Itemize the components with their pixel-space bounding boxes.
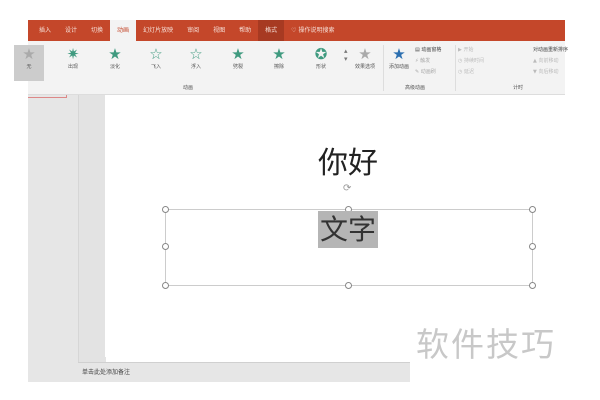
anim-wipe[interactable]: ★ 擦除 [264, 45, 294, 70]
resize-handle[interactable] [529, 243, 536, 250]
resize-handle[interactable] [162, 282, 169, 289]
star-icon: ★ [108, 45, 122, 63]
anim-float-in[interactable]: ☆ 浮入 [181, 45, 211, 70]
tab-format[interactable]: 格式 [258, 20, 285, 41]
delay-field[interactable]: ◷ 延迟 [458, 68, 474, 75]
add-animation-button[interactable]: ★ 添加动画 [384, 45, 414, 70]
star-icon: ✷ [66, 45, 80, 63]
group-label-advanced: 高级动画 [405, 85, 426, 91]
slide-title[interactable]: 你好 [318, 138, 378, 182]
tab-insert[interactable]: 插入 [32, 20, 58, 41]
rotate-handle-icon[interactable]: ⟳ [343, 183, 351, 194]
tab-slideshow[interactable]: 幻灯片放映 [136, 20, 180, 41]
trigger-button[interactable]: ⚡ 触发 [415, 57, 430, 64]
tab-review[interactable]: 审阅 [180, 20, 206, 41]
resize-handle[interactable] [162, 243, 169, 250]
group-label-animation: 动画 [183, 85, 194, 91]
animation-painter-button[interactable]: ✎ 动画刷 [415, 68, 436, 75]
star-icon: ★ [358, 45, 372, 63]
tab-transitions[interactable]: 切换 [84, 20, 110, 41]
resize-handle[interactable] [529, 282, 536, 289]
watermark: 软件技巧 [416, 325, 556, 364]
anim-shape[interactable]: ✪ 形状 [306, 45, 336, 70]
resize-handle[interactable] [162, 206, 169, 213]
move-later-button[interactable]: ▼ 向后移动 [533, 68, 558, 75]
editor-gutter [78, 95, 106, 362]
ribbon: ★ 无 ✷ 出现 ★ 淡化 ☆ 飞入 ☆ 浮入 ★ 劈裂 ★ 擦除 ✪ 形状 ▴ ▾ ★ 效果选项 … [14, 41, 569, 95]
star-icon: ★ [22, 45, 36, 63]
anim-fly-in[interactable]: ☆ 飞入 [141, 45, 171, 70]
gallery-scroll[interactable]: ▴ ▾ [344, 47, 348, 63]
anim-none[interactable]: ★ 无 [14, 45, 44, 81]
reorder-label: 对动画重新排序 [533, 47, 569, 53]
star-icon: ☆ [189, 45, 203, 63]
notes-pane[interactable]: 单击此处添加备注 [78, 362, 410, 382]
effect-options-button[interactable]: ★ 效果选项 [350, 45, 380, 70]
move-earlier-button[interactable]: ▲ 向前移动 [533, 57, 558, 64]
resize-handle[interactable] [529, 206, 536, 213]
star-icon: ✪ [314, 45, 328, 63]
tab-help[interactable]: 帮助 [232, 20, 258, 41]
star-icon: ★ [392, 45, 406, 63]
animation-pane-button[interactable]: ▤ 动画窗格 [415, 46, 441, 53]
group-label-timing: 计时 [513, 85, 524, 91]
anim-fade[interactable]: ★ 淡化 [100, 45, 130, 70]
start-field[interactable]: ▶ 开始 [458, 46, 473, 53]
ribbon-tab-bar: 插入 设计 切换 动画 幻灯片放映 审阅 视图 帮助 格式 ♡ 操作说明搜索 [28, 20, 565, 41]
star-icon: ★ [272, 45, 286, 63]
tab-view[interactable]: 视图 [206, 20, 232, 41]
anim-appear[interactable]: ✷ 出现 [58, 45, 88, 70]
thumbnail-pane[interactable] [28, 95, 78, 382]
lightbulb-icon: ♡ [291, 27, 297, 34]
selected-text[interactable]: 文字 [318, 211, 379, 248]
thumbnail-selected[interactable] [28, 95, 67, 98]
star-icon: ☆ [149, 45, 163, 63]
anim-split[interactable]: ★ 劈裂 [223, 45, 253, 70]
tell-me-search[interactable]: ♡ 操作说明搜索 [284, 20, 341, 41]
tab-design[interactable]: 设计 [58, 20, 84, 41]
star-icon: ★ [231, 45, 245, 63]
duration-field[interactable]: ◷ 持续时间 [458, 57, 484, 64]
tab-animations[interactable]: 动画 [110, 20, 137, 41]
resize-handle[interactable] [345, 282, 352, 289]
